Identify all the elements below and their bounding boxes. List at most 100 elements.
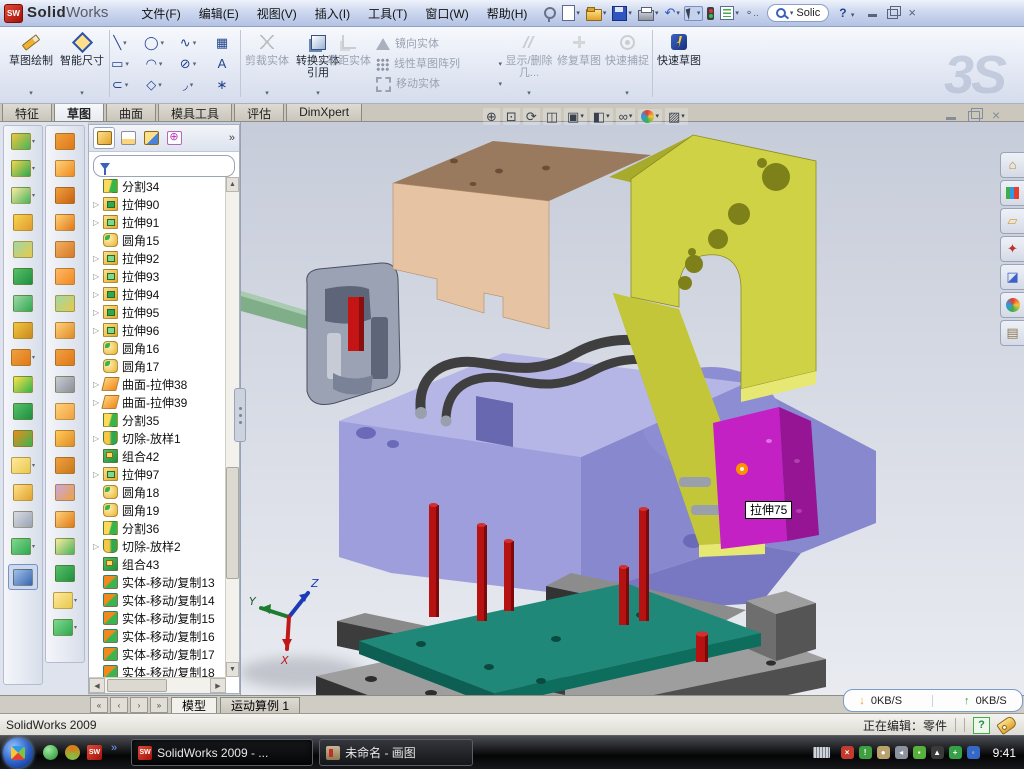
tabs-overflow-icon[interactable]: » — [229, 132, 235, 144]
offset-entities-button[interactable]: 等距实体▾ — [326, 29, 372, 99]
tray-network-warning-icon[interactable]: ▲ — [931, 746, 944, 759]
tool-box-body[interactable] — [55, 402, 75, 420]
minimize-icon[interactable] — [868, 14, 877, 17]
tree-item[interactable]: 圆角19 — [89, 501, 226, 519]
scroll-down-icon[interactable]: ▼ — [226, 662, 239, 677]
command-tab-草图[interactable]: 草图 — [54, 103, 104, 121]
tool-fillet[interactable]: ▾ — [11, 186, 35, 204]
start-button[interactable] — [3, 738, 33, 768]
mirror-entities-button[interactable]: 镜向实体 — [376, 36, 502, 52]
zoom-fit-icon[interactable]: ⊕ — [483, 108, 500, 125]
keyboard-layout-icon[interactable] — [813, 747, 830, 758]
tree-item[interactable]: 实体-移动/复制14 — [89, 591, 226, 609]
tree-item[interactable]: 分割34 — [89, 177, 226, 195]
task-pane-file-explorer[interactable]: ▱ — [1000, 208, 1024, 234]
sketch-tool-ellipse[interactable]: ⊘▾ — [171, 53, 205, 74]
tab-nav-1[interactable]: ‹ — [110, 697, 128, 713]
sketch-tool-selection-box[interactable]: ▦ — [205, 32, 239, 53]
solidworks-shortcut-icon[interactable]: SW — [87, 745, 102, 760]
undo-button[interactable]: ↶▾ — [662, 5, 681, 21]
tree-item[interactable]: ▷切除-放样2 — [89, 537, 226, 555]
menu-插入(I)[interactable]: 插入(I) — [306, 1, 359, 26]
task-pane-view-palette[interactable]: ◪ — [1000, 264, 1024, 290]
zoom-area-icon[interactable]: ⊡ — [503, 108, 520, 125]
toolbar-pin-icon[interactable] — [542, 6, 558, 20]
quick-launch-overflow-icon[interactable]: » — [111, 742, 117, 754]
view-orientation-icon[interactable]: ▣▾ — [564, 108, 587, 125]
expand-icon[interactable]: ▷ — [93, 470, 103, 479]
tool-move-copy-body[interactable] — [13, 429, 33, 447]
tool-reference-plane[interactable] — [13, 483, 33, 501]
tool-fillet-surface[interactable] — [55, 537, 75, 555]
scroll-left-icon[interactable]: ◀ — [89, 678, 105, 693]
messenger-icon[interactable] — [43, 745, 58, 760]
display-style-icon[interactable]: ◧▾ — [590, 108, 613, 125]
command-tab-评估[interactable]: 评估 — [234, 103, 284, 121]
rebuild-stoplight-button[interactable] — [705, 6, 716, 21]
game-icon[interactable] — [65, 745, 80, 760]
tool-rib[interactable] — [13, 294, 33, 312]
menu-窗口(W)[interactable]: 窗口(W) — [416, 1, 477, 26]
tree-hscroll-thumb[interactable] — [107, 679, 167, 692]
scroll-right-icon[interactable]: ▶ — [210, 678, 226, 693]
tree-item[interactable]: ▷拉伸91 — [89, 213, 226, 231]
sketch-tool-fillet-arc[interactable]: ◞▾ — [171, 74, 205, 95]
tree-item[interactable]: 实体-移动/复制13 — [89, 573, 226, 591]
sketch-tool-text[interactable]: A — [205, 53, 239, 74]
tool-linear-pattern[interactable]: ▾ — [11, 348, 35, 366]
expand-icon[interactable]: ▷ — [93, 290, 103, 299]
tool-bend[interactable] — [55, 348, 75, 366]
menu-编辑(E)[interactable]: 编辑(E) — [190, 1, 248, 26]
tool-split-body[interactable] — [13, 375, 33, 393]
tree-item[interactable]: ▷拉伸92 — [89, 249, 226, 267]
sketch-tool-spline[interactable]: ∿▾ — [171, 32, 205, 53]
scroll-up-icon[interactable]: ▲ — [226, 177, 239, 192]
tool-helix-spiral[interactable]: ▾ — [11, 537, 35, 555]
tray-usb-device-icon[interactable]: ▪ — [913, 746, 926, 759]
tree-item[interactable]: 圆角17 — [89, 357, 226, 375]
tab-property-manager[interactable] — [118, 128, 138, 148]
tree-item[interactable]: ▷曲面-拉伸38 — [89, 375, 226, 393]
tree-item[interactable]: ▷拉伸95 — [89, 303, 226, 321]
command-tab-模具工具[interactable]: 模具工具 — [158, 103, 232, 121]
tool-helix[interactable]: ▾ — [53, 618, 77, 636]
tab-dimxpert-manager[interactable]: ⊕ — [164, 128, 184, 148]
help-button[interactable]: ? ▾ — [839, 6, 854, 20]
tool-shape-feature[interactable] — [55, 294, 75, 312]
tree-item[interactable]: ▷拉伸94 — [89, 285, 226, 303]
save-button[interactable]: ▾ — [610, 5, 634, 22]
task-pane-appearances-scenes[interactable] — [1000, 292, 1024, 318]
tree-item[interactable]: ▷拉伸97 — [89, 465, 226, 483]
rotate-view-icon[interactable]: ⟳ — [523, 108, 540, 125]
tool-flex[interactable] — [55, 132, 75, 150]
hide-show-items-icon[interactable]: ∞▾ — [616, 108, 636, 125]
model-canvas[interactable]: Y Z X — [241, 121, 1024, 695]
restore-icon[interactable] — [887, 9, 898, 19]
tool-combine[interactable] — [13, 402, 33, 420]
move-entities-button[interactable]: 移动实体▾ — [376, 76, 502, 92]
status-help-icon[interactable]: ? — [973, 717, 990, 734]
tool-fold[interactable] — [55, 510, 75, 528]
tray-user-switch-icon[interactable]: ◦ — [967, 746, 980, 759]
select-tool-button[interactable]: ▾ — [684, 6, 704, 21]
print-button[interactable]: ▾ — [636, 5, 661, 22]
tool-indent[interactable] — [55, 213, 75, 231]
tool-sketch-point[interactable]: ▾ — [53, 591, 77, 609]
close-icon[interactable]: × — [908, 5, 916, 21]
doc-close-icon[interactable]: × — [992, 107, 1000, 124]
tree-item[interactable]: 圆角15 — [89, 231, 226, 249]
search-input[interactable]: ▾ Solic — [767, 4, 829, 22]
menu-视图(V)[interactable]: 视图(V) — [248, 1, 306, 26]
tree-item[interactable]: ▷切除-放样1 — [89, 429, 226, 447]
tree-item[interactable]: ▷拉伸96 — [89, 321, 226, 339]
tool-dome[interactable] — [55, 159, 75, 177]
expand-icon[interactable]: ▷ — [93, 218, 103, 227]
tree-item[interactable]: ▷拉伸90 — [89, 195, 226, 213]
linear-sketch-pattern-button[interactable]: 线性草图阵列▾ — [376, 56, 502, 72]
task-pane-solidworks-resources[interactable]: ⌂ — [1000, 152, 1024, 178]
tree-item[interactable]: ▷曲面-拉伸39 — [89, 393, 226, 411]
options-checklist-button[interactable]: ▾ — [718, 5, 741, 21]
doc-minimize-icon[interactable] — [946, 117, 956, 120]
model-upper-block-tan[interactable] — [393, 141, 651, 329]
panel-splitter-handle[interactable] — [234, 388, 246, 442]
